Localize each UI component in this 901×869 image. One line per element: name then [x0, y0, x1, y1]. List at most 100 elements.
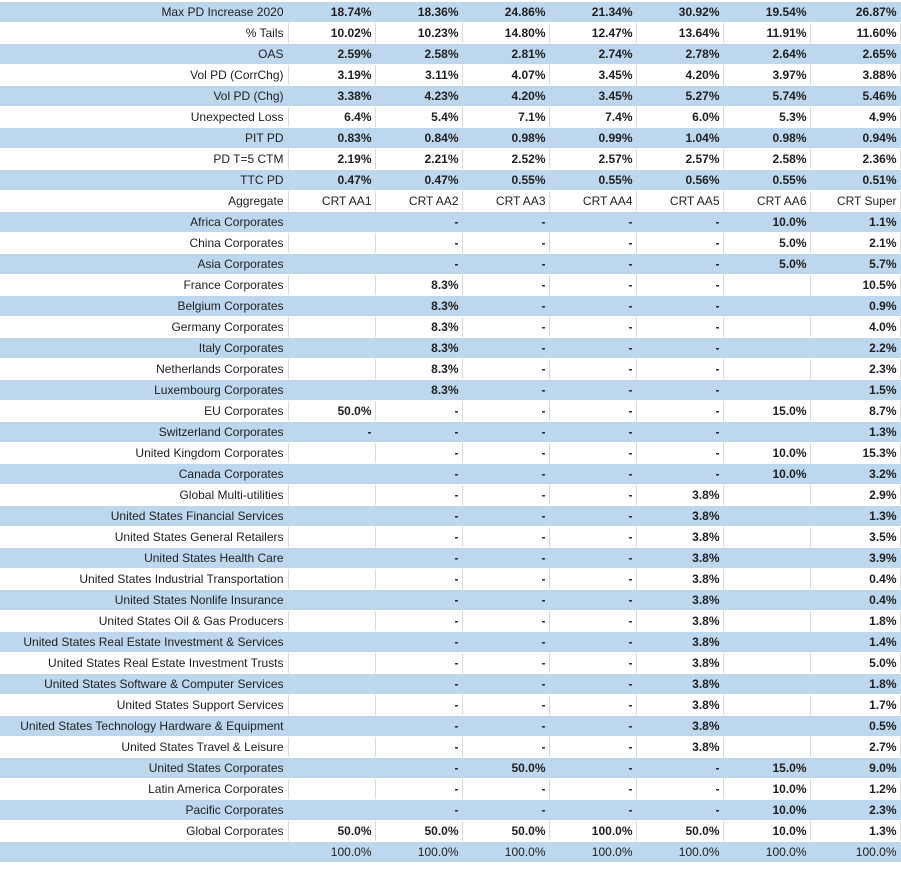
cell-crt-aa3[interactable]: -: [462, 442, 550, 464]
cell-crt-aa1[interactable]: [288, 715, 376, 737]
cell-crt-aa4[interactable]: -: [549, 526, 637, 548]
cell-crt-aa3[interactable]: -: [462, 694, 550, 716]
cell-crt-aa6[interactable]: [723, 358, 811, 380]
cell-crt-aa6[interactable]: [723, 694, 811, 716]
cell-crt-aa1[interactable]: [288, 547, 376, 569]
cell-crt-aa2[interactable]: -: [375, 526, 463, 548]
cell-crt-aa4[interactable]: -: [549, 736, 637, 758]
cell-crt-aa5[interactable]: 0.56%: [636, 169, 724, 191]
cell-crt-aa3[interactable]: -: [462, 274, 550, 296]
row-label[interactable]: Switzerland Corporates: [0, 421, 289, 443]
cell-crt-aa4[interactable]: -: [549, 442, 637, 464]
cell-crt-aa2[interactable]: -: [375, 652, 463, 674]
cell-crt-aa6[interactable]: 15.0%: [723, 400, 811, 422]
row-label[interactable]: Aggregate: [0, 190, 289, 212]
cell-crt-aa3[interactable]: -: [462, 400, 550, 422]
cell-crt-aa2[interactable]: -: [375, 421, 463, 443]
cell-crt-aa1[interactable]: 10.02%: [288, 22, 376, 44]
cell-crt-aa1[interactable]: [288, 673, 376, 695]
cell-crt-aa2[interactable]: -: [375, 484, 463, 506]
cell-crt-aa3[interactable]: -: [462, 505, 550, 527]
cell-crt-aa3[interactable]: 4.07%: [462, 64, 550, 86]
cell-crt-aa6[interactable]: 2.64%: [723, 43, 811, 65]
cell-crt-aa2[interactable]: -: [375, 736, 463, 758]
cell-crt-aa2[interactable]: 8.3%: [375, 295, 463, 317]
cell-crt-aa5[interactable]: 3.8%: [636, 484, 724, 506]
cell-crt-aa6[interactable]: [723, 589, 811, 611]
cell-crt-super[interactable]: 0.4%: [810, 589, 901, 611]
cell-crt-aa3[interactable]: -: [462, 736, 550, 758]
cell-crt-aa2[interactable]: -: [375, 211, 463, 233]
cell-crt-aa3[interactable]: -: [462, 253, 550, 275]
cell-crt-super[interactable]: 1.8%: [810, 610, 901, 632]
row-label[interactable]: Vol PD (Chg): [0, 85, 289, 107]
cell-crt-aa6[interactable]: [723, 673, 811, 695]
cell-crt-aa5[interactable]: CRT AA5: [636, 190, 724, 212]
row-label[interactable]: United States Real Estate Investment Tru…: [0, 652, 289, 674]
cell-crt-aa6[interactable]: [723, 295, 811, 317]
cell-crt-aa5[interactable]: 2.78%: [636, 43, 724, 65]
cell-crt-aa5[interactable]: 3.8%: [636, 715, 724, 737]
cell-crt-aa3[interactable]: -: [462, 358, 550, 380]
cell-crt-aa3[interactable]: -: [462, 526, 550, 548]
cell-crt-aa5[interactable]: -: [636, 295, 724, 317]
cell-crt-aa5[interactable]: -: [636, 253, 724, 275]
cell-crt-aa1[interactable]: 100.0%: [288, 841, 376, 863]
cell-crt-aa2[interactable]: -: [375, 442, 463, 464]
cell-crt-aa2[interactable]: -: [375, 463, 463, 485]
cell-crt-aa2[interactable]: -: [375, 505, 463, 527]
row-label[interactable]: EU Corporates: [0, 400, 289, 422]
row-label[interactable]: Germany Corporates: [0, 316, 289, 338]
cell-crt-aa2[interactable]: -: [375, 589, 463, 611]
cell-crt-aa5[interactable]: 3.8%: [636, 589, 724, 611]
cell-crt-aa2[interactable]: 3.11%: [375, 64, 463, 86]
cell-crt-aa1[interactable]: [288, 526, 376, 548]
cell-crt-aa3[interactable]: -: [462, 589, 550, 611]
cell-crt-aa5[interactable]: 3.8%: [636, 610, 724, 632]
cell-crt-aa3[interactable]: -: [462, 211, 550, 233]
cell-crt-aa6[interactable]: [723, 631, 811, 653]
cell-crt-aa2[interactable]: 4.23%: [375, 85, 463, 107]
cell-crt-aa1[interactable]: [288, 211, 376, 233]
cell-crt-aa4[interactable]: -: [549, 337, 637, 359]
cell-crt-aa6[interactable]: [723, 547, 811, 569]
row-label[interactable]: Italy Corporates: [0, 337, 289, 359]
cell-crt-aa6[interactable]: 2.58%: [723, 148, 811, 170]
cell-crt-aa2[interactable]: -: [375, 757, 463, 779]
row-label[interactable]: Pacific Corporates: [0, 799, 289, 821]
cell-crt-aa4[interactable]: -: [549, 274, 637, 296]
cell-crt-aa4[interactable]: -: [549, 652, 637, 674]
row-label[interactable]: % Tails: [0, 22, 289, 44]
cell-crt-aa6[interactable]: [723, 610, 811, 632]
cell-crt-aa3[interactable]: -: [462, 547, 550, 569]
row-label[interactable]: [0, 841, 289, 863]
cell-crt-aa4[interactable]: -: [549, 400, 637, 422]
cell-crt-aa1[interactable]: 6.4%: [288, 106, 376, 128]
cell-crt-aa4[interactable]: -: [549, 631, 637, 653]
cell-crt-aa5[interactable]: -: [636, 358, 724, 380]
cell-crt-aa5[interactable]: 3.8%: [636, 694, 724, 716]
cell-crt-aa5[interactable]: 5.27%: [636, 85, 724, 107]
cell-crt-aa3[interactable]: -: [462, 631, 550, 653]
cell-crt-aa5[interactable]: 2.57%: [636, 148, 724, 170]
cell-crt-aa4[interactable]: -: [549, 421, 637, 443]
cell-crt-aa5[interactable]: -: [636, 400, 724, 422]
cell-crt-super[interactable]: 1.3%: [810, 421, 901, 443]
cell-crt-super[interactable]: 1.8%: [810, 673, 901, 695]
row-label[interactable]: Luxembourg Corporates: [0, 379, 289, 401]
cell-crt-aa5[interactable]: 3.8%: [636, 526, 724, 548]
row-label[interactable]: Canada Corporates: [0, 463, 289, 485]
cell-crt-aa4[interactable]: -: [549, 610, 637, 632]
cell-crt-aa1[interactable]: [288, 358, 376, 380]
cell-crt-aa2[interactable]: -: [375, 694, 463, 716]
cell-crt-aa1[interactable]: [288, 463, 376, 485]
cell-crt-aa4[interactable]: 100.0%: [549, 841, 637, 863]
cell-crt-aa4[interactable]: -: [549, 232, 637, 254]
cell-crt-aa6[interactable]: CRT AA6: [723, 190, 811, 212]
row-label[interactable]: Netherlands Corporates: [0, 358, 289, 380]
cell-crt-aa4[interactable]: -: [549, 316, 637, 338]
cell-crt-aa4[interactable]: -: [549, 694, 637, 716]
cell-crt-aa2[interactable]: -: [375, 778, 463, 800]
row-label[interactable]: TTC PD: [0, 169, 289, 191]
cell-crt-aa5[interactable]: 3.8%: [636, 673, 724, 695]
